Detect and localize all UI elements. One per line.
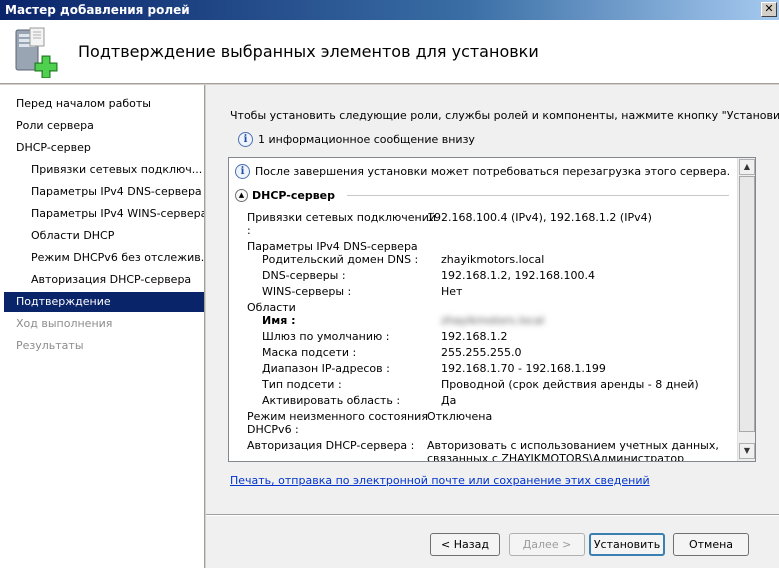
dhcp-authorization-value-2: связанных с ZHAYIKMOTORS\Администратор xyxy=(427,452,685,461)
parent-domain-value: zhayikmotors.local xyxy=(441,253,545,266)
button-divider xyxy=(206,514,779,516)
scroll-thumb[interactable] xyxy=(739,176,755,432)
activate-scope-label: Активировать область : xyxy=(262,394,401,407)
section-header-dhcp[interactable]: ▲ DHCP-сервер xyxy=(235,188,335,202)
activate-scope-value: Да xyxy=(441,394,457,407)
info-icon: i xyxy=(238,132,253,147)
section-title: DHCP-сервер xyxy=(252,188,335,202)
dns-servers-value: 192.168.1.2, 192.168.100.4 xyxy=(441,269,595,282)
nav-item-network-bindings[interactable]: Привязки сетевых подключ... xyxy=(4,160,204,180)
dhcpv6-mode-label-2: DHCPv6 : xyxy=(247,423,299,436)
nav-item-dhcp-authorization[interactable]: Авторизация DHCP-сервера xyxy=(4,270,204,290)
info-summary: i 1 информационное сообщение внизу xyxy=(238,132,475,148)
window-title: Мастер добавления ролей xyxy=(5,3,190,17)
wizard-navigation: Перед началом работы Роли сервера DHCP-с… xyxy=(0,85,205,568)
dhcpv6-mode-label: Режим неизменного состояния xyxy=(247,410,428,423)
nav-item-ipv4-dns[interactable]: Параметры IPv4 DNS-сервера xyxy=(4,182,204,202)
nav-item-server-roles[interactable]: Роли сервера xyxy=(4,116,204,136)
back-button[interactable]: < Назад xyxy=(430,533,500,556)
restart-note-text: После завершения установки может потребо… xyxy=(255,165,731,178)
scope-name-label: Имя : xyxy=(262,314,296,327)
bindings-label: Привязки сетевых подключений xyxy=(247,211,437,224)
nav-item-dhcp-server[interactable]: DHCP-сервер xyxy=(4,138,204,158)
nav-item-dhcp-scopes[interactable]: Области DHCP xyxy=(4,226,204,246)
details-content: i После завершения установки может потреб… xyxy=(229,158,737,461)
wizard-main: Чтобы установить следующие роли, службы … xyxy=(206,85,779,568)
subnet-mask-value: 255.255.255.0 xyxy=(441,346,522,359)
nav-item-results: Результаты xyxy=(16,339,84,352)
install-button[interactable]: Установить xyxy=(589,533,665,556)
wins-servers-value: Нет xyxy=(441,285,463,298)
parent-domain-label: Родительский домен DNS : xyxy=(262,253,419,266)
gateway-value: 192.168.1.2 xyxy=(441,330,508,343)
scopes-group-label: Области xyxy=(247,301,296,314)
next-button: Далее > xyxy=(509,533,585,556)
subnet-mask-label: Маска подсети : xyxy=(262,346,357,359)
nav-item-confirmation[interactable]: Подтверждение xyxy=(4,292,204,312)
bindings-value: 192.168.100.4 (IPv4), 192.168.1.2 (IPv4) xyxy=(427,211,652,224)
dhcp-authorization-label: Авторизация DHCP-сервера : xyxy=(247,439,415,452)
bindings-label-colon: : xyxy=(247,224,251,237)
confirmation-details[interactable]: i После завершения установки может потреб… xyxy=(228,157,756,462)
ip-range-label: Диапазон IP-адресов : xyxy=(262,362,390,375)
close-button[interactable]: ✕ xyxy=(761,2,777,17)
subnet-type-label: Тип подсети : xyxy=(262,378,342,391)
nav-item-before-you-begin[interactable]: Перед началом работы xyxy=(4,94,204,114)
page-title: Подтверждение выбранных элементов для ус… xyxy=(78,42,539,61)
dns-servers-label: DNS-серверы : xyxy=(262,269,346,282)
scroll-down-icon[interactable]: ▼ xyxy=(739,443,755,459)
dhcp-authorization-value: Авторизовать с использованием учетных да… xyxy=(427,439,719,452)
nav-item-ipv4-wins[interactable]: Параметры IPv4 WINS-сервера xyxy=(4,204,204,224)
scope-name-value: zhayikmotors.local xyxy=(441,314,545,327)
section-divider xyxy=(347,195,729,196)
subnet-type-value: Проводной (срок действия аренды - 8 дней… xyxy=(441,378,699,391)
print-email-save-link[interactable]: Печать, отправка по электронной почте ил… xyxy=(230,474,650,487)
scroll-up-icon[interactable]: ▲ xyxy=(739,159,755,175)
details-scrollbar[interactable]: ▲ ▼ xyxy=(737,158,755,461)
wins-servers-label: WINS-серверы : xyxy=(262,285,352,298)
chevron-up-icon[interactable]: ▲ xyxy=(235,188,248,202)
server-add-role-icon xyxy=(15,27,58,78)
ip-range-value: 192.168.1.70 - 192.168.1.199 xyxy=(441,362,606,375)
gateway-label: Шлюз по умолчанию : xyxy=(262,330,390,343)
info-summary-text: 1 информационное сообщение внизу xyxy=(258,133,475,146)
dns-group-label: Параметры IPv4 DNS-сервера xyxy=(247,240,418,253)
title-bar: Мастер добавления ролей ✕ xyxy=(0,0,779,20)
nav-item-progress: Ход выполнения xyxy=(16,317,113,330)
cancel-button[interactable]: Отмена xyxy=(673,533,749,556)
wizard-header: Подтверждение выбранных элементов для ус… xyxy=(0,20,779,84)
nav-item-dhcpv6-mode[interactable]: Режим DHCPv6 без отслежив... xyxy=(4,248,204,268)
intro-text: Чтобы установить следующие роли, службы … xyxy=(230,109,779,122)
restart-note: i После завершения установки может потреб… xyxy=(235,164,730,182)
dhcpv6-mode-value: Отключена xyxy=(427,410,493,423)
info-icon: i xyxy=(235,164,250,179)
